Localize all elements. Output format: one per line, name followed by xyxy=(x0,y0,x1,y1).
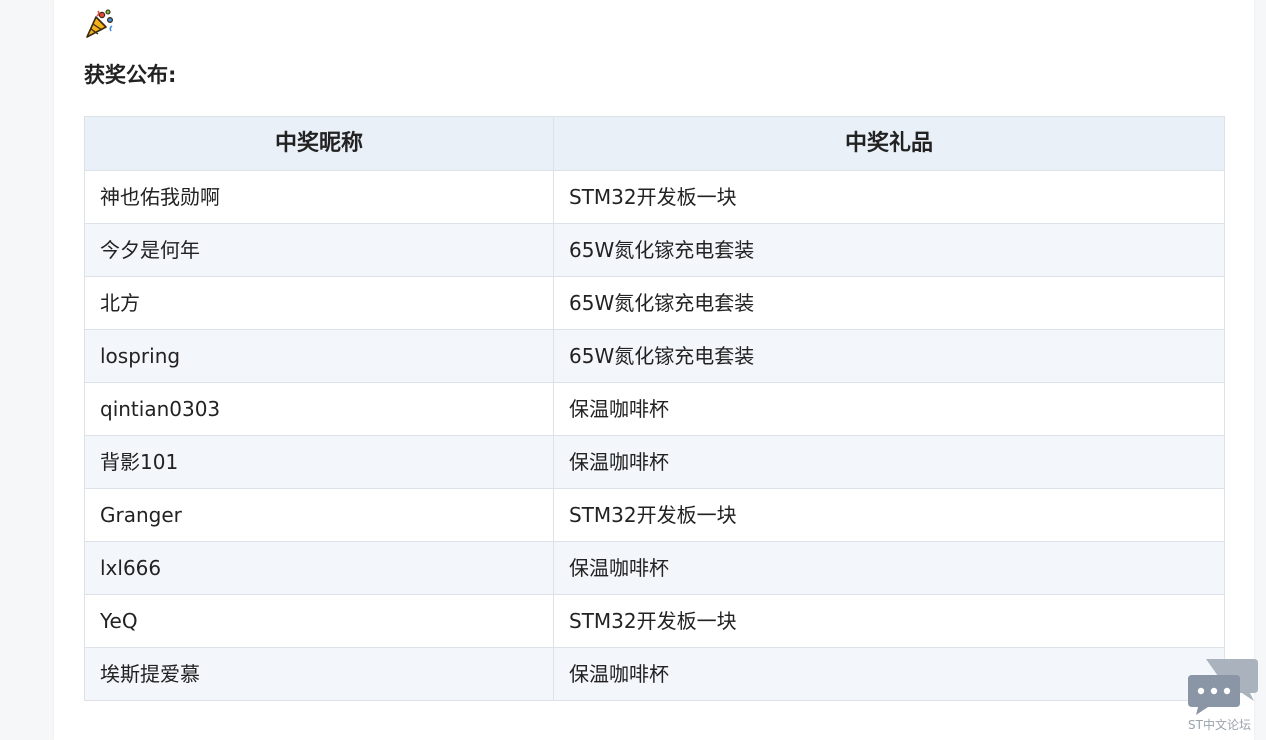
winner-nickname: 埃斯提爱慕 xyxy=(84,647,554,701)
winner-nickname: 背影101 xyxy=(84,435,554,489)
winner-prize: STM32开发板一块 xyxy=(553,170,1225,224)
table-row: 今夕是何年 65W氮化镓充电套装 xyxy=(84,223,1225,277)
table-header-row: 中奖昵称 中奖礼品 xyxy=(84,116,1225,171)
column-header-prize: 中奖礼品 xyxy=(553,116,1225,171)
winner-nickname: YeQ xyxy=(84,594,554,648)
table-row: 埃斯提爱慕 保温咖啡杯 xyxy=(84,647,1225,701)
winner-nickname: lospring xyxy=(84,329,554,383)
winner-prize: STM32开发板一块 xyxy=(553,594,1225,648)
award-announcement-title: 获奖公布: xyxy=(84,63,177,87)
party-popper-icon xyxy=(86,9,114,38)
table-row: 背影101 保温咖啡杯 xyxy=(84,435,1225,489)
winner-nickname: Granger xyxy=(84,488,554,542)
winner-prize: 65W氮化镓充电套装 xyxy=(553,329,1225,383)
table-row: 神也佑我勋啊 STM32开发板一块 xyxy=(84,170,1225,224)
winner-nickname: lxl666 xyxy=(84,541,554,595)
winner-nickname: 神也佑我勋啊 xyxy=(84,170,554,224)
winner-nickname: qintian0303 xyxy=(84,382,554,436)
winner-prize: 保温咖啡杯 xyxy=(553,382,1225,436)
table-row: lxl666 保温咖啡杯 xyxy=(84,541,1225,595)
winner-prize: 65W氮化镓充电套装 xyxy=(553,276,1225,330)
table-row: qintian0303 保温咖啡杯 xyxy=(84,382,1225,436)
winner-prize: 保温咖啡杯 xyxy=(553,541,1225,595)
table-row: lospring 65W氮化镓充电套装 xyxy=(84,329,1225,383)
winner-nickname: 今夕是何年 xyxy=(84,223,554,277)
table-row: 北方 65W氮化镓充电套装 xyxy=(84,276,1225,330)
winner-nickname: 北方 xyxy=(84,276,554,330)
article-content: 获奖公布: 中奖昵称 中奖礼品 神也佑我勋啊 STM32开发板一块 今夕是何年 … xyxy=(54,0,1254,740)
winner-prize: 保温咖啡杯 xyxy=(553,647,1225,701)
forum-widget-label[interactable]: ST中文论坛 xyxy=(1188,716,1251,733)
winner-prize: 保温咖啡杯 xyxy=(553,435,1225,489)
winner-prize: STM32开发板一块 xyxy=(553,488,1225,542)
table-row: YeQ STM32开发板一块 xyxy=(84,594,1225,648)
winners-table: 中奖昵称 中奖礼品 神也佑我勋啊 STM32开发板一块 今夕是何年 65W氮化镓… xyxy=(84,116,1225,701)
winner-prize: 65W氮化镓充电套装 xyxy=(553,223,1225,277)
table-row: Granger STM32开发板一块 xyxy=(84,488,1225,542)
column-header-nickname: 中奖昵称 xyxy=(84,116,554,171)
